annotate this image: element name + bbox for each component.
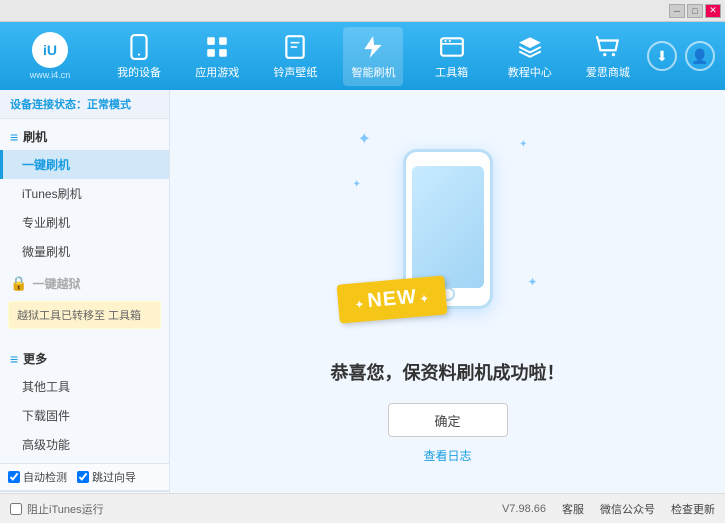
flash-group-header: ≡ 刷机 [0, 123, 169, 150]
header-right: ⬇ 👤 [647, 41, 715, 71]
minimize-button[interactable]: ─ [669, 4, 685, 18]
jailbreak-header: 🔒 一键越狱 [0, 270, 169, 297]
device-section: 📱 iPhone 12 mini 64GB Down-12mini-13,1 [0, 491, 169, 493]
nav-item-tutorial[interactable]: 教程中心 [500, 27, 560, 86]
more-section: ≡ 更多 其他工具 下载固件 高级功能 [0, 341, 169, 463]
bottom-right: V7.98.66 客服 微信公众号 检查更新 [502, 501, 715, 517]
phone-icon [125, 33, 153, 61]
nav-item-my-device[interactable]: 我的设备 [109, 27, 169, 86]
sidebar-item-pro-flash[interactable]: 专业刷机 [0, 208, 169, 237]
sparkle-4: ✦ [527, 275, 537, 289]
apps-icon [203, 33, 231, 61]
sparkle-2: ✦ [519, 139, 527, 150]
close-button[interactable]: ✕ [705, 4, 721, 18]
sidebar-item-other-tools[interactable]: 其他工具 [0, 372, 169, 401]
nav-label-toolbox: 工具箱 [435, 64, 468, 80]
sidebar-item-advanced[interactable]: 高级功能 [0, 430, 169, 459]
flash-group-label: 刷机 [23, 128, 47, 145]
content-area: ✦ ✦ ✦ ✦ NEW 恭喜您，保资料刷机成功啦！ 确定 查看日志 [170, 90, 725, 493]
nav-item-apps-games[interactable]: 应用游戏 [187, 27, 247, 86]
restore-button[interactable]: □ [687, 4, 703, 18]
auto-detect-checkbox[interactable]: 自动检测 [8, 469, 67, 485]
auto-detect-label: 自动检测 [23, 469, 67, 485]
version-label: V7.98.66 [502, 503, 546, 515]
download-button[interactable]: ⬇ [647, 41, 677, 71]
logo-icon: iU [32, 32, 68, 68]
flash-section: ≡ 刷机 一键刷机 iTunes刷机 专业刷机 微量刷机 [0, 119, 169, 270]
flash-icon [359, 33, 387, 61]
success-message: 恭喜您，保资料刷机成功啦！ [331, 359, 565, 385]
sidebar: 设备连接状态：正常模式 ≡ 刷机 一键刷机 iTunes刷机 专业刷机 微量刷机… [0, 90, 170, 493]
more-group-label: 更多 [23, 350, 47, 367]
nav-item-smart-flash[interactable]: 智能刷机 [343, 27, 403, 86]
nav-label-tutorial: 教程中心 [508, 64, 552, 80]
bottom-bar: 阻止iTunes运行 V7.98.66 客服 微信公众号 检查更新 [0, 493, 725, 523]
status-label: 设备连接状态： [10, 99, 87, 111]
status-bar: 设备连接状态：正常模式 [0, 90, 169, 119]
sidebar-item-one-key-flash[interactable]: 一键刷机 [0, 150, 169, 179]
sidebar-item-itunes-flash[interactable]: iTunes刷机 [0, 179, 169, 208]
nav-label-smart-flash: 智能刷机 [351, 64, 395, 80]
store-icon [594, 33, 622, 61]
sparkle-1: ✦ [358, 129, 371, 149]
logo[interactable]: iU www.i4.cn [10, 32, 90, 80]
nav-label-ringtone: 铃声壁纸 [273, 64, 317, 80]
success-illustration: ✦ ✦ ✦ ✦ NEW [348, 119, 548, 349]
nav-items: 我的设备 应用游戏 铃声壁纸 智能刷机 工具箱 [100, 27, 647, 86]
support-link[interactable]: 客服 [562, 501, 584, 517]
nav-label-my-device: 我的设备 [117, 64, 161, 80]
itunes-status-label: 阻止iTunes运行 [27, 501, 104, 517]
sidebar-item-save-data-flash[interactable]: 微量刷机 [0, 237, 169, 266]
more-group-header: ≡ 更多 [0, 345, 169, 372]
nav-label-store: 爱思商城 [586, 64, 630, 80]
nav-item-toolbox[interactable]: 工具箱 [422, 27, 482, 86]
today-link[interactable]: 查看日志 [423, 447, 471, 464]
auto-detect-input[interactable] [8, 471, 20, 483]
nav-label-apps-games: 应用游戏 [195, 64, 239, 80]
check-update-link[interactable]: 检查更新 [671, 501, 715, 517]
tools-icon [438, 33, 466, 61]
flash-group-icon: ≡ [10, 129, 18, 145]
skip-wizard-input[interactable] [77, 471, 89, 483]
tutorial-icon [516, 33, 544, 61]
sparkle-3: ✦ [353, 179, 361, 190]
phone-screen [412, 166, 484, 288]
main-area: 设备连接状态：正常模式 ≡ 刷机 一键刷机 iTunes刷机 专业刷机 微量刷机… [0, 90, 725, 493]
notice-box: 越狱工具已转移至 工具箱 [8, 301, 161, 329]
checkbox-row: 自动检测 跳过向导 [0, 463, 169, 491]
status-value: 正常模式 [87, 99, 131, 111]
lock-icon: 🔒 [10, 275, 27, 292]
title-bar: ─ □ ✕ [0, 0, 725, 22]
confirm-button[interactable]: 确定 [388, 403, 508, 437]
wechat-link[interactable]: 微信公众号 [600, 501, 655, 517]
logo-url: www.i4.cn [30, 70, 71, 80]
nav-item-ringtone[interactable]: 铃声壁纸 [265, 27, 325, 86]
skip-wizard-checkbox[interactable]: 跳过向导 [77, 469, 136, 485]
jailbreak-label: 一键越狱 [32, 275, 80, 292]
nav-item-store[interactable]: 爱思商城 [578, 27, 638, 86]
header: iU www.i4.cn 我的设备 应用游戏 铃声壁纸 [0, 22, 725, 90]
user-button[interactable]: 👤 [685, 41, 715, 71]
ringtone-icon [281, 33, 309, 61]
block-itunes-checkbox[interactable] [10, 503, 22, 515]
more-group-icon: ≡ [10, 351, 18, 367]
new-ribbon: NEW [336, 275, 447, 323]
bottom-left: 阻止iTunes运行 [10, 501, 104, 517]
sidebar-item-download-firmware[interactable]: 下载固件 [0, 401, 169, 430]
skip-wizard-label: 跳过向导 [92, 469, 136, 485]
